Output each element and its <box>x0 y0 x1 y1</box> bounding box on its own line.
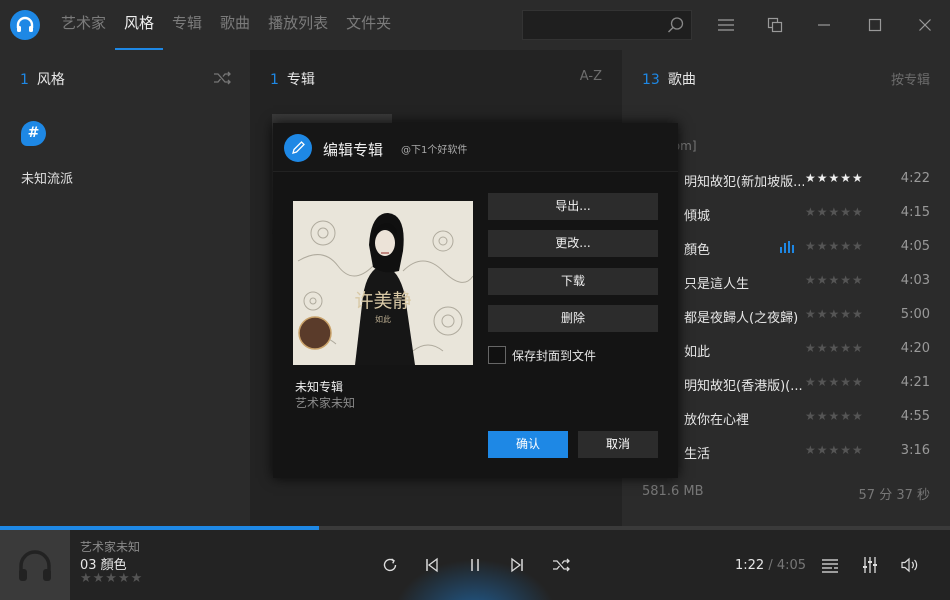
genre-item[interactable]: 未知流派 <box>21 168 73 187</box>
song-rating[interactable]: ★★★★★ <box>805 341 864 355</box>
tab-playlists[interactable]: 播放列表 <box>259 0 337 50</box>
song-title: 放你在心裡 <box>684 413 750 428</box>
song-title: 明知故犯(新加坡版... <box>684 175 804 190</box>
genres-title: 风格 <box>36 72 65 88</box>
song-duration: 3:16 <box>900 443 930 458</box>
genres-header: 1 风格 <box>20 69 65 89</box>
song-title: 明知故犯(香港版)(... <box>684 379 803 394</box>
pencil-icon <box>284 134 312 162</box>
total-duration: 4:05 <box>776 558 807 573</box>
song-duration: 4:20 <box>900 341 930 356</box>
albums-sort[interactable]: A-Z <box>580 69 602 84</box>
song-rating[interactable]: ★★★★★ <box>805 307 864 321</box>
song-title: 只是這人生 <box>684 277 750 292</box>
now-playing-artist[interactable]: 艺术家未知 <box>80 538 140 555</box>
genres-panel: 1 风格 # 未知流派 <box>0 50 250 526</box>
app-logo-icon[interactable] <box>10 10 40 40</box>
albums-title: 专辑 <box>286 72 315 88</box>
next-icon[interactable] <box>505 553 529 577</box>
edit-album-dialog: 编辑专辑 @下1个好软件 许美静 如此 未知专辑 艺术家未知 导出... 更改.… <box>273 123 678 478</box>
cover-artist-name: 许美静 <box>354 290 411 312</box>
pause-icon[interactable] <box>463 553 487 577</box>
album-cover-image: 许美静 如此 <box>293 201 473 365</box>
song-duration: 5:00 <box>900 307 930 322</box>
song-rating[interactable]: ★★★★★ <box>805 375 864 389</box>
song-title: 生活 <box>684 447 711 462</box>
equalizer-icon[interactable] <box>858 553 882 577</box>
songs-header: 13 歌曲 <box>642 69 696 89</box>
playlist-queue-icon[interactable] <box>818 553 842 577</box>
mini-player-icon[interactable] <box>762 12 788 38</box>
total-time: 57 分 37 秒 <box>858 488 930 503</box>
confirm-button[interactable]: 确认 <box>488 431 568 458</box>
volume-icon[interactable] <box>898 553 922 577</box>
download-button[interactable]: 下载 <box>488 268 658 295</box>
now-playing-equalizer-icon <box>780 241 794 257</box>
now-playing-rating[interactable]: ★★★★★ <box>80 571 143 586</box>
genre-badge-icon: # <box>21 121 46 146</box>
total-size: 581.6 MB <box>642 484 704 499</box>
song-rating[interactable]: ★★★★★ <box>805 273 864 287</box>
watermark-text: @下1个好软件 <box>401 145 468 156</box>
menu-icon[interactable] <box>713 12 739 38</box>
tab-genres[interactable]: 风格 <box>115 0 164 50</box>
song-duration: 4:22 <box>900 171 930 186</box>
previous-icon[interactable] <box>420 553 444 577</box>
song-rating[interactable]: ★★★★★ <box>805 409 864 423</box>
tab-songs[interactable]: 歌曲 <box>211 0 259 50</box>
time-separator: / <box>764 558 777 573</box>
tab-artists[interactable]: 艺术家 <box>52 0 115 50</box>
nav-tabs: 艺术家 风格 专辑 歌曲 播放列表 文件夹 <box>52 0 400 50</box>
export-button[interactable]: 导出... <box>488 193 658 220</box>
song-duration: 4:05 <box>900 239 930 254</box>
dialog-album-name: 未知专辑 <box>295 380 344 394</box>
songs-sort[interactable]: 按专辑 <box>891 69 930 88</box>
now-playing-cover[interactable] <box>0 530 70 600</box>
song-title: 都是夜歸人(之夜歸) <box>684 311 799 326</box>
player-bar: 艺术家未知 03 顏色 ★★★★★ 1:22 / 4:05 <box>0 530 950 600</box>
maximize-icon[interactable] <box>862 12 888 38</box>
tab-albums[interactable]: 专辑 <box>163 0 211 50</box>
search-icon[interactable] <box>667 16 685 38</box>
song-duration: 4:55 <box>900 409 930 424</box>
song-rating[interactable]: ★★★★★ <box>805 205 864 219</box>
song-rating[interactable]: ★★★★★ <box>805 239 864 253</box>
song-duration: 4:21 <box>900 375 930 390</box>
tab-folders[interactable]: 文件夹 <box>337 0 400 50</box>
song-title: 如此 <box>684 345 711 360</box>
song-rating[interactable]: ★★★★★ <box>805 171 864 185</box>
search-input[interactable] <box>522 10 692 40</box>
dialog-header: 编辑专辑 @下1个好软件 <box>273 123 678 172</box>
cover-album-name: 如此 <box>375 314 391 324</box>
playback-time: 1:22 / 4:05 <box>735 558 806 573</box>
song-duration: 4:03 <box>900 273 930 288</box>
shuffle-icon[interactable] <box>549 553 573 577</box>
song-duration: 4:15 <box>900 205 930 220</box>
dialog-album-artist: 艺术家未知 <box>295 396 356 410</box>
song-rating[interactable]: ★★★★★ <box>805 443 864 457</box>
cancel-button[interactable]: 取消 <box>578 431 658 458</box>
save-cover-label: 保存封面到文件 <box>512 348 597 363</box>
shuffle-genres-icon[interactable] <box>213 70 231 90</box>
albums-header: 1 专辑 <box>270 69 315 89</box>
delete-button[interactable]: 删除 <box>488 305 658 332</box>
songs-title: 歌曲 <box>667 72 696 88</box>
save-cover-row: 保存封面到文件 <box>488 346 596 364</box>
minimize-icon[interactable] <box>811 12 837 38</box>
change-button[interactable]: 更改... <box>488 230 658 257</box>
close-icon[interactable] <box>912 12 938 38</box>
albums-count: 1 <box>270 72 279 88</box>
dialog-title: 编辑专辑 <box>323 141 384 159</box>
songs-count: 13 <box>642 72 660 88</box>
repeat-icon[interactable] <box>378 553 402 577</box>
song-title: 傾城 <box>684 209 711 224</box>
elapsed-time: 1:22 <box>735 558 765 573</box>
genres-count: 1 <box>20 72 29 88</box>
top-bar: 艺术家 风格 专辑 歌曲 播放列表 文件夹 <box>0 0 950 50</box>
save-cover-checkbox[interactable] <box>488 346 506 364</box>
